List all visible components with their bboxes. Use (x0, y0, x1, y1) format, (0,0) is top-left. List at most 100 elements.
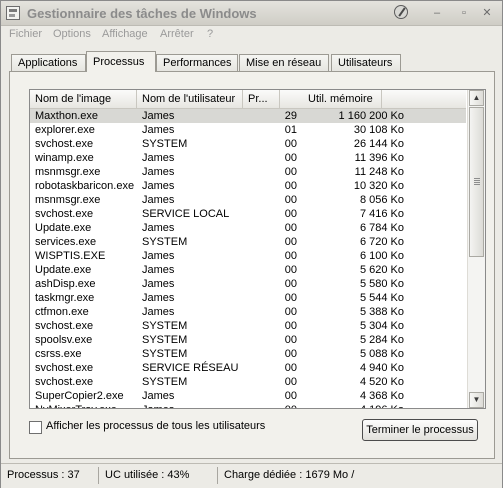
process-row[interactable]: SuperCopier2.exe James 00 4 368 Ko (30, 389, 466, 403)
process-list[interactable]: Nom de l'image Nom de l'utilisateur Pr..… (29, 89, 486, 409)
process-image-name: svchost.exe (35, 208, 94, 220)
process-image-name: svchost.exe (35, 362, 94, 374)
column-cpu[interactable]: Pr... (243, 90, 280, 108)
process-image-name: taskmgr.exe (35, 292, 95, 304)
show-all-checkbox[interactable] (29, 421, 42, 434)
process-cpu: 00 (284, 278, 297, 290)
show-all-label[interactable]: Afficher les processus de tous les utili… (46, 420, 265, 432)
process-row[interactable]: robotaskbaricon.exe James 00 10 320 Ko (30, 179, 466, 193)
process-row[interactable]: msnmsgr.exe James 00 11 248 Ko (30, 165, 466, 179)
minimize-button[interactable]: – (429, 7, 445, 19)
process-row[interactable]: taskmgr.exe James 00 5 544 Ko (30, 291, 466, 305)
process-cpu: 01 (284, 124, 297, 136)
tab-mise-en-reseau[interactable]: Mise en réseau (239, 54, 329, 71)
process-row[interactable]: svchost.exe SYSTEM 00 26 144 Ko (30, 137, 466, 151)
process-cpu: 00 (284, 334, 297, 346)
process-row[interactable]: Update.exe James 00 6 784 Ko (30, 221, 466, 235)
taskmgr-icon (6, 6, 20, 20)
process-cpu: 00 (284, 152, 297, 164)
process-user-name: James (142, 194, 175, 206)
process-row[interactable]: NvMixerTray.exe James00 4 196 Ko (30, 403, 466, 408)
process-memory: 4 940 Ko (359, 362, 404, 374)
scroll-up-button[interactable]: ▲ (469, 90, 484, 106)
process-image-name: WISPTIS.EXE (35, 250, 106, 262)
menu-arreter[interactable]: Arrêter (160, 28, 194, 40)
process-user-name: SYSTEM (142, 334, 188, 346)
process-memory: 7 416 Ko (359, 208, 404, 220)
process-cpu: 00 (284, 306, 297, 318)
process-image-name: Update.exe (35, 264, 92, 276)
process-row[interactable]: svchost.exe SERVICE RÉSEAU 00 4 940 Ko (30, 361, 466, 375)
menu-fichier[interactable]: Fichier (9, 28, 42, 40)
column-image-name[interactable]: Nom de l'image (30, 90, 137, 108)
menu-options[interactable]: Options (53, 28, 91, 40)
process-memory: 1 160 200 Ko (338, 110, 404, 122)
column-user-name[interactable]: Nom de l'utilisateur (137, 90, 243, 108)
process-user-name: James (142, 403, 243, 408)
process-row[interactable]: spoolsv.exe SYSTEM 00 5 284 Ko (30, 333, 466, 347)
tab-applications[interactable]: Applications (11, 54, 86, 71)
status-bar: Processus : 37 UC utilisée : 43% Charge … (1, 463, 502, 488)
process-cpu: 00 (284, 348, 297, 360)
process-row[interactable]: ashDisp.exe James 00 5 580 Ko (30, 277, 466, 291)
grip-icon (474, 178, 480, 186)
process-row[interactable]: Maxthon.exe James 29 1 160 200 Ko (30, 109, 466, 123)
process-user-name: SYSTEM (142, 376, 188, 388)
process-row[interactable]: csrss.exe SYSTEM 00 5 088 Ko (30, 347, 466, 361)
process-user-name: James (142, 292, 175, 304)
process-row[interactable]: services.exe SYSTEM 00 6 720 Ko (30, 235, 466, 249)
menu-affichage[interactable]: Affichage (102, 28, 148, 40)
process-user-name: James (142, 250, 175, 262)
process-image-name: NvMixerTray.exe (35, 403, 136, 408)
process-cpu: 00 (284, 376, 297, 388)
process-user-name: SERVICE RÉSEAU (142, 362, 239, 374)
process-user-name: James (142, 306, 175, 318)
process-row[interactable]: msnmsgr.exe James 00 8 056 Ko (30, 193, 466, 207)
window-title: Gestionnaire des tâches de Windows (27, 6, 257, 21)
tab-performances[interactable]: Performances (156, 54, 238, 71)
process-memory: 6 784 Ko (359, 222, 404, 234)
vertical-scrollbar[interactable]: ▲ ▼ (467, 90, 485, 408)
process-image-name: ashDisp.exe (35, 278, 96, 290)
process-user-name: SYSTEM (142, 348, 188, 360)
end-process-button[interactable]: Terminer le processus (362, 419, 478, 441)
process-image-name: msnmsgr.exe (35, 166, 101, 178)
process-row[interactable]: ctfmon.exe James 00 5 388 Ko (30, 305, 466, 319)
scroll-down-button[interactable]: ▼ (469, 392, 484, 408)
process-memory: 5 088 Ko (359, 348, 404, 360)
tab-processus[interactable]: Processus (86, 51, 156, 72)
process-image-name: Update.exe (35, 222, 92, 234)
process-memory: 4 520 Ko (359, 376, 404, 388)
status-divider (98, 467, 99, 484)
process-row[interactable]: WISPTIS.EXE James 00 6 100 Ko (30, 249, 466, 263)
process-memory: 5 284 Ko (359, 334, 404, 346)
scroll-thumb[interactable] (469, 107, 484, 257)
process-cpu: 00 (284, 180, 297, 192)
process-image-name: svchost.exe (35, 138, 94, 150)
process-row[interactable]: svchost.exe SYSTEM 00 5 304 Ko (30, 319, 466, 333)
process-row[interactable]: Update.exe James 00 5 620 Ko (30, 263, 466, 277)
menu-help[interactable]: ? (207, 28, 213, 40)
process-cpu: 00 (284, 264, 297, 276)
title-bar[interactable]: Gestionnaire des tâches de Windows – ▫ ✕ (1, 1, 502, 26)
process-cpu: 00 (284, 194, 297, 206)
process-row[interactable]: svchost.exe SYSTEM 00 4 520 Ko (30, 375, 466, 389)
process-memory: 4 368 Ko (359, 390, 404, 402)
maximize-button[interactable]: ▫ (456, 7, 472, 19)
process-memory: 5 580 Ko (359, 278, 404, 290)
process-user-name: SYSTEM (142, 138, 188, 150)
theme-toggle-icon[interactable] (394, 5, 408, 19)
list-header: Nom de l'image Nom de l'utilisateur Pr..… (30, 90, 466, 109)
process-cpu: 00 (284, 390, 297, 402)
process-row[interactable]: explorer.exe James 01 30 108 Ko (30, 123, 466, 137)
process-memory: 8 056 Ko (359, 194, 404, 206)
process-cpu: 00 (284, 138, 297, 150)
process-user-name: James (142, 110, 175, 122)
process-cpu: 00 (284, 208, 297, 220)
process-row[interactable]: winamp.exe James 00 11 396 Ko (30, 151, 466, 165)
column-memory[interactable]: Util. mémoire (280, 90, 382, 108)
status-commit-charge: Charge dédiée : 1679 Mo / (224, 469, 355, 481)
process-row[interactable]: svchost.exe SERVICE LOCAL 00 7 416 Ko (30, 207, 466, 221)
tab-utilisateurs[interactable]: Utilisateurs (331, 54, 401, 71)
close-button[interactable]: ✕ (479, 7, 495, 19)
